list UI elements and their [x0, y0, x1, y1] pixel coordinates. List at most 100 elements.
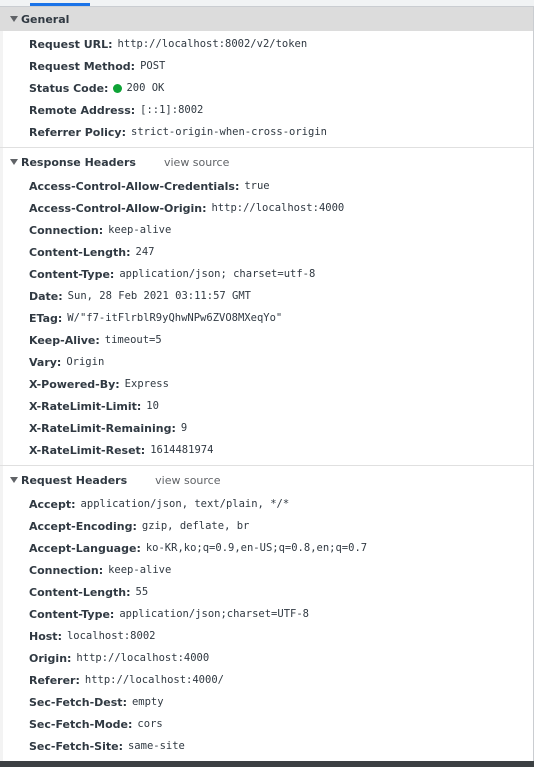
request-header-row[interactable]: Origin: http://localhost:4000: [0, 647, 533, 669]
general-row[interactable]: Remote Address: [::1]:8002: [0, 99, 533, 121]
section-divider: [0, 465, 533, 466]
header-key: Accept-Language:: [29, 541, 141, 555]
response-header-row[interactable]: X-RateLimit-Limit: 10: [0, 395, 533, 417]
expand-triangle-icon: [10, 16, 18, 22]
view-source-link[interactable]: view source: [155, 474, 220, 487]
header-value: ko-KR,ko;q=0.9,en-US;q=0.8,en;q=0.7: [145, 542, 368, 554]
header-value: 10: [146, 400, 159, 412]
header-key: Content-Type:: [29, 607, 115, 621]
request-header-row[interactable]: Accept: application/json, text/plain, */*: [0, 493, 533, 515]
response-header-row[interactable]: Content-Length: 247: [0, 241, 533, 263]
request-header-rows: Accept: application/json, text/plain, */*…: [0, 492, 533, 757]
response-header-row[interactable]: Date: Sun, 28 Feb 2021 03:11:57 GMT: [0, 285, 533, 307]
header-value: timeout=5: [104, 334, 162, 346]
header-value: gzip, deflate, br: [141, 520, 250, 532]
request-header-row[interactable]: Sec-Fetch-Mode: cors: [0, 713, 533, 735]
response-header-row[interactable]: X-RateLimit-Remaining: 9: [0, 417, 533, 439]
header-key: Sec-Fetch-Mode:: [29, 717, 133, 731]
view-source-link[interactable]: view source: [164, 156, 229, 169]
header-value: Express: [124, 378, 169, 390]
general-rows: Request URL: http://localhost:8002/v2/to…: [0, 31, 533, 143]
request-header-row[interactable]: Accept-Encoding: gzip, deflate, br: [0, 515, 533, 537]
section-title: General: [21, 12, 70, 26]
header-key: Connection:: [29, 563, 104, 577]
header-key: X-RateLimit-Limit:: [29, 399, 142, 413]
header-key: Content-Length:: [29, 245, 131, 259]
header-key: Request URL:: [29, 37, 113, 51]
header-key: Access-Control-Allow-Origin:: [29, 201, 207, 215]
response-header-row[interactable]: X-Powered-By: Express: [0, 373, 533, 395]
response-header-rows: Access-Control-Allow-Credentials: true Ac…: [0, 174, 533, 461]
header-key: Sec-Fetch-Site:: [29, 739, 123, 753]
header-key: Accept-Encoding:: [29, 519, 137, 533]
header-key: Accept:: [29, 497, 76, 511]
response-header-row[interactable]: Access-Control-Allow-Credentials: true: [0, 175, 533, 197]
header-value: true: [244, 180, 270, 192]
header-key: X-Powered-By:: [29, 377, 120, 391]
request-header-row[interactable]: Content-Length: 55: [0, 581, 533, 603]
header-value: Origin: [66, 356, 105, 368]
request-header-row[interactable]: Sec-Fetch-Site: same-site: [0, 735, 533, 757]
header-value: localhost:8002: [66, 630, 156, 642]
response-header-row[interactable]: Keep-Alive: timeout=5: [0, 329, 533, 351]
header-key: Referer:: [29, 673, 80, 687]
request-header-row[interactable]: Referer: http://localhost:4000/: [0, 669, 533, 691]
response-header-row[interactable]: Content-Type: application/json; charset=u…: [0, 263, 533, 285]
header-key: Remote Address:: [29, 103, 136, 117]
header-value: POST: [140, 60, 166, 72]
section-divider: [0, 147, 533, 148]
header-value: http://localhost:4000: [211, 202, 345, 214]
response-headers-header[interactable]: Response Headers view source: [0, 150, 533, 174]
devtools-tab-strip: [0, 0, 534, 7]
header-value: 1614481974: [150, 444, 214, 456]
response-header-row[interactable]: Connection: keep-alive: [0, 219, 533, 241]
general-row[interactable]: Referrer Policy: strict-origin-when-cros…: [0, 121, 533, 143]
header-key: Connection:: [29, 223, 104, 237]
general-section-header[interactable]: General: [0, 7, 533, 31]
header-value: keep-alive: [108, 564, 172, 576]
response-header-row[interactable]: ETag: W/"f7-itFlrblR9yQhwNPw6ZVO8MXeqYo": [0, 307, 533, 329]
header-key: ETag:: [29, 311, 63, 325]
bottom-bar: [0, 761, 534, 767]
general-row[interactable]: Request Method: POST: [0, 55, 533, 77]
header-value: http://localhost:4000/: [84, 674, 224, 686]
header-value: http://localhost:8002/v2/token: [117, 38, 308, 50]
header-value: 9: [180, 422, 188, 434]
request-header-row[interactable]: Connection: keep-alive: [0, 559, 533, 581]
header-key: X-RateLimit-Remaining:: [29, 421, 176, 435]
response-header-row[interactable]: Vary: Origin: [0, 351, 533, 373]
header-key: Referrer Policy:: [29, 125, 126, 139]
request-header-row[interactable]: Sec-Fetch-Dest: empty: [0, 691, 533, 713]
header-key: Vary:: [29, 355, 62, 369]
header-key: Access-Control-Allow-Credentials:: [29, 179, 240, 193]
general-section: General Request URL: http://localhost:80…: [0, 7, 533, 143]
section-title: Response Headers: [21, 155, 136, 169]
header-value: empty: [131, 696, 164, 708]
header-value: same-site: [127, 740, 185, 752]
request-headers-header[interactable]: Request Headers view source: [0, 468, 533, 492]
header-key: Status Code:: [29, 81, 109, 95]
header-key: Content-Type:: [29, 267, 115, 281]
header-key: Host:: [29, 629, 62, 643]
header-value: application/json; charset=utf-8: [119, 268, 316, 280]
header-value: application/json;charset=UTF-8: [119, 608, 309, 620]
status-ok-dot-icon: [113, 83, 123, 93]
request-header-row[interactable]: Accept-Language: ko-KR,ko;q=0.9,en-US;q=0…: [0, 537, 533, 559]
header-key: Content-Length:: [29, 585, 131, 599]
request-header-row[interactable]: Host: localhost:8002: [0, 625, 533, 647]
header-key: Request Method:: [29, 59, 136, 73]
response-header-row[interactable]: Access-Control-Allow-Origin: http://local…: [0, 197, 533, 219]
response-header-row[interactable]: X-RateLimit-Reset: 1614481974: [0, 439, 533, 461]
request-header-row[interactable]: Content-Type: application/json;charset=UT…: [0, 603, 533, 625]
header-key: X-RateLimit-Reset:: [29, 443, 146, 457]
general-row[interactable]: Request URL: http://localhost:8002/v2/to…: [0, 33, 533, 55]
header-value: 247: [135, 246, 155, 258]
section-title: Request Headers: [21, 473, 128, 487]
header-key: Keep-Alive:: [29, 333, 100, 347]
header-value: [::1]:8002: [140, 104, 204, 116]
active-tab-indicator: [30, 3, 90, 6]
header-value: strict-origin-when-cross-origin: [131, 126, 327, 138]
general-row[interactable]: Status Code: 200 OK: [0, 77, 533, 99]
header-value: Sun, 28 Feb 2021 03:11:57 GMT: [67, 290, 251, 302]
header-value: application/json, text/plain, */*: [80, 498, 290, 510]
